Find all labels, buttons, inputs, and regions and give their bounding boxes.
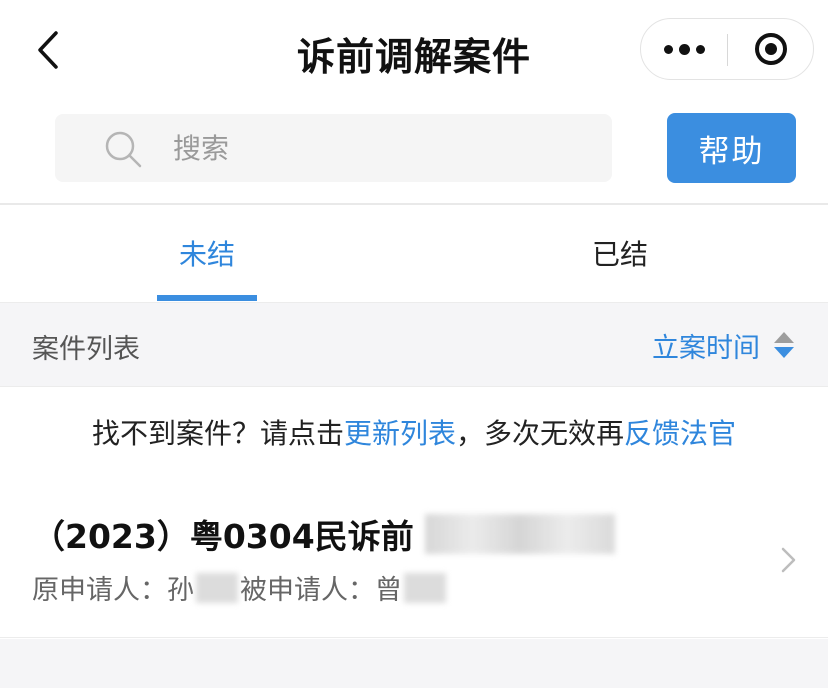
applicant-label: 原申请人： bbox=[32, 575, 167, 606]
tab-closed[interactable]: 已结 bbox=[570, 205, 670, 301]
close-target-icon bbox=[755, 33, 787, 65]
search-bar[interactable] bbox=[55, 114, 612, 182]
list-background bbox=[0, 639, 828, 688]
case-number: （2023）粤0304民诉前 bbox=[32, 517, 414, 556]
redacted-case-number bbox=[425, 514, 615, 554]
notice-text: 找不到案件？请点击更新列表，多次无效再反馈法官 bbox=[0, 412, 828, 452]
notice-prefix: 找不到案件？请点击 bbox=[91, 417, 344, 450]
case-parties: 原申请人： 孙 被申请人： 曾 bbox=[32, 568, 448, 607]
close-mini-program-button[interactable] bbox=[728, 19, 814, 79]
more-button[interactable] bbox=[641, 19, 727, 79]
search-icon bbox=[105, 131, 142, 168]
more-dots-icon bbox=[663, 43, 705, 55]
refresh-list-link[interactable]: 更新列表 bbox=[344, 417, 456, 450]
navigation-bar: 诉前调解案件 bbox=[0, 0, 828, 100]
notice-middle: ，多次无效再 bbox=[456, 417, 625, 450]
redacted-respondent bbox=[404, 572, 446, 603]
tab-pending[interactable]: 未结 bbox=[157, 205, 257, 301]
case-list-item[interactable]: （2023）粤0304民诉前 原申请人： 孙 被申请人： 曾 bbox=[0, 480, 828, 638]
active-tab-indicator bbox=[157, 295, 257, 301]
search-input[interactable] bbox=[173, 126, 593, 170]
applicant-name: 孙 bbox=[167, 575, 194, 606]
feedback-judge-link[interactable]: 反馈法官 bbox=[624, 417, 736, 450]
mini-program-capsule bbox=[640, 18, 814, 80]
list-header: 案件列表 立案时间 bbox=[0, 302, 828, 387]
sort-by-filing-time-button[interactable]: 立案时间 bbox=[652, 325, 794, 365]
respondent-label: 被申请人： bbox=[240, 575, 375, 606]
sort-arrows-icon bbox=[774, 330, 794, 360]
chevron-right-icon bbox=[781, 547, 796, 573]
help-button[interactable]: 帮助 bbox=[667, 113, 796, 183]
list-title: 案件列表 bbox=[32, 334, 140, 365]
sort-label: 立案时间 bbox=[652, 332, 760, 364]
case-status-tabs: 未结 已结 bbox=[0, 205, 828, 301]
redacted-applicant bbox=[196, 572, 238, 603]
respondent-name: 曾 bbox=[375, 575, 402, 606]
